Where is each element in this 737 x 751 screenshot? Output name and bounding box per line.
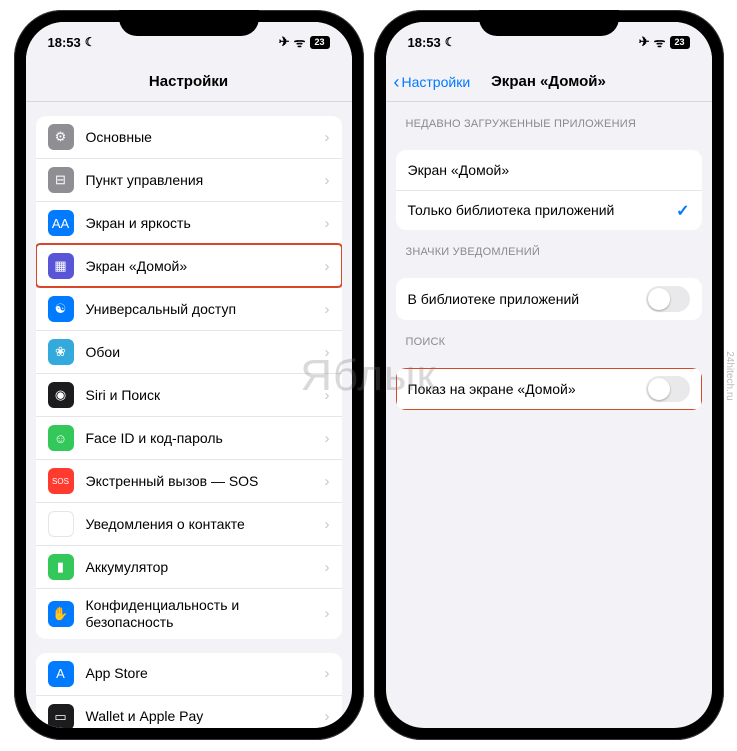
exposure-notifications-icon: ✺	[48, 511, 74, 537]
settings-row-privacy-security[interactable]: ✋ Конфиденциальность и безопасность›	[36, 588, 342, 639]
row-label: Универсальный доступ	[86, 301, 325, 318]
row-label: Face ID и код-пароль	[86, 430, 325, 447]
sidemark: 24hitech.ru	[724, 351, 735, 400]
wifi-icon: ᯤ	[654, 33, 666, 51]
settings-row-siri-search[interactable]: ◉ Siri и Поиск›	[36, 373, 342, 416]
settings-row-accessibility[interactable]: ☯ Универсальный доступ›	[36, 287, 342, 330]
emergency-sos-icon: SOS	[48, 468, 74, 494]
chevron-right-icon: ›	[325, 129, 330, 146]
row-label: Показ на экране «Домой»	[408, 381, 646, 398]
toggle-switch[interactable]	[646, 376, 690, 402]
row-show-in-app-library[interactable]: В библиотеке приложений	[396, 278, 702, 320]
chevron-right-icon: ›	[325, 387, 330, 404]
screen-right: 18:53 ☾ ✈ ᯤ 23 ‹ Настройки Экран «Домой»…	[386, 22, 712, 728]
battery-icon: ▮	[48, 554, 74, 580]
row-label: В библиотеке приложений	[408, 291, 646, 308]
phone-left: 18:53 ☾ ✈ ᯤ 23 Настройки ⚙Основные›⊟Пунк…	[14, 10, 364, 740]
section-header: ПОИСК	[386, 320, 712, 354]
page-title: Настройки	[149, 73, 228, 90]
row-label: Wallet и Apple Pay	[86, 708, 325, 725]
row-label: App Store	[86, 665, 325, 682]
chevron-right-icon: ›	[325, 258, 330, 275]
moon-icon: ☾	[85, 35, 96, 49]
home-screen-icon: ▦	[48, 253, 74, 279]
back-label: Настройки	[402, 74, 471, 90]
wifi-icon: ᯤ	[294, 33, 306, 51]
settings-row-battery[interactable]: ▮ Аккумулятор›	[36, 545, 342, 588]
row-label: Siri и Поиск	[86, 387, 325, 404]
privacy-security-icon: ✋	[48, 601, 74, 627]
control-center-icon: ⊟	[48, 167, 74, 193]
chevron-right-icon: ›	[325, 708, 330, 725]
row-label: Основные	[86, 129, 325, 146]
airplane-icon: ✈	[279, 34, 290, 50]
wallet-apple-pay-icon: ▭	[48, 704, 74, 728]
status-time: 18:53	[408, 35, 441, 50]
phone-right: 18:53 ☾ ✈ ᯤ 23 ‹ Настройки Экран «Домой»…	[374, 10, 724, 740]
toggle-knob	[648, 378, 670, 400]
chevron-right-icon: ›	[325, 516, 330, 533]
section-header: ЗНАЧКИ УВЕДОМЛЕНИЙ	[386, 230, 712, 264]
row-label: Аккумулятор	[86, 559, 325, 576]
row-label: Обои	[86, 344, 325, 361]
toggle-knob	[648, 288, 670, 310]
row-label: Только библиотека приложений	[408, 202, 677, 219]
siri-search-icon: ◉	[48, 382, 74, 408]
page-title: Экран «Домой»	[491, 73, 606, 90]
chevron-right-icon: ›	[325, 172, 330, 189]
settings-list[interactable]: ⚙Основные›⊟Пункт управления›AAЭкран и яр…	[26, 102, 352, 728]
settings-row-emergency-sos[interactable]: SOS Экстренный вызов — SOS›	[36, 459, 342, 502]
settings-row-wallpaper[interactable]: ❀ Обои›	[36, 330, 342, 373]
moon-icon: ☾	[445, 35, 456, 49]
display-brightness-icon: AA	[48, 210, 74, 236]
settings-row-faceid-passcode[interactable]: ☺ Face ID и код-пароль›	[36, 416, 342, 459]
settings-row-general[interactable]: ⚙ Основные›	[36, 116, 342, 158]
row-label: Экстренный вызов — SOS	[86, 473, 325, 490]
back-button[interactable]: ‹ Настройки	[394, 73, 471, 91]
settings-row-wallet-apple-pay[interactable]: ▭ Wallet и Apple Pay›	[36, 695, 342, 728]
row-label: Уведомления о контакте	[86, 516, 325, 533]
airplane-icon: ✈	[639, 34, 650, 50]
chevron-left-icon: ‹	[394, 73, 400, 91]
wallpaper-icon: ❀	[48, 339, 74, 365]
app-store-icon: A	[48, 661, 74, 687]
row-add-to-home-screen[interactable]: Экран «Домой»	[396, 150, 702, 190]
chevron-right-icon: ›	[325, 215, 330, 232]
settings-row-display-brightness[interactable]: AA Экран и яркость›	[36, 201, 342, 244]
settings-row-exposure-notifications[interactable]: ✺ Уведомления о контакте›	[36, 502, 342, 545]
chevron-right-icon: ›	[325, 430, 330, 447]
notch	[119, 10, 259, 36]
navbar-settings: Настройки	[26, 62, 352, 102]
notch	[479, 10, 619, 36]
faceid-passcode-icon: ☺	[48, 425, 74, 451]
row-label: Экран «Домой»	[86, 258, 325, 275]
row-show-on-home-screen[interactable]: Показ на экране «Домой»	[396, 368, 702, 410]
chevron-right-icon: ›	[325, 344, 330, 361]
row-app-library-only[interactable]: Только библиотека приложений✓	[396, 190, 702, 230]
chevron-right-icon: ›	[325, 665, 330, 682]
battery-icon: 23	[310, 36, 330, 49]
home-screen-settings[interactable]: НЕДАВНО ЗАГРУЖЕННЫЕ ПРИЛОЖЕНИЯ Экран «Дом…	[386, 102, 712, 728]
row-label: Конфиденциальность и безопасность	[86, 597, 325, 631]
settings-row-control-center[interactable]: ⊟ Пункт управления›	[36, 158, 342, 201]
toggle-switch[interactable]	[646, 286, 690, 312]
chevron-right-icon: ›	[325, 605, 330, 622]
chevron-right-icon: ›	[325, 473, 330, 490]
check-icon: ✓	[676, 201, 689, 221]
navbar-home-screen: ‹ Настройки Экран «Домой»	[386, 62, 712, 102]
general-icon: ⚙	[48, 124, 74, 150]
battery-icon: 23	[670, 36, 690, 49]
settings-row-app-store[interactable]: A App Store›	[36, 653, 342, 695]
row-label: Экран «Домой»	[408, 162, 690, 179]
section-header: НЕДАВНО ЗАГРУЖЕННЫЕ ПРИЛОЖЕНИЯ	[386, 102, 712, 136]
accessibility-icon: ☯	[48, 296, 74, 322]
settings-row-home-screen[interactable]: ▦ Экран «Домой»›	[36, 244, 342, 287]
status-time: 18:53	[48, 35, 81, 50]
chevron-right-icon: ›	[325, 559, 330, 576]
row-label: Пункт управления	[86, 172, 325, 189]
screen-left: 18:53 ☾ ✈ ᯤ 23 Настройки ⚙Основные›⊟Пунк…	[26, 22, 352, 728]
row-label: Экран и яркость	[86, 215, 325, 232]
chevron-right-icon: ›	[325, 301, 330, 318]
